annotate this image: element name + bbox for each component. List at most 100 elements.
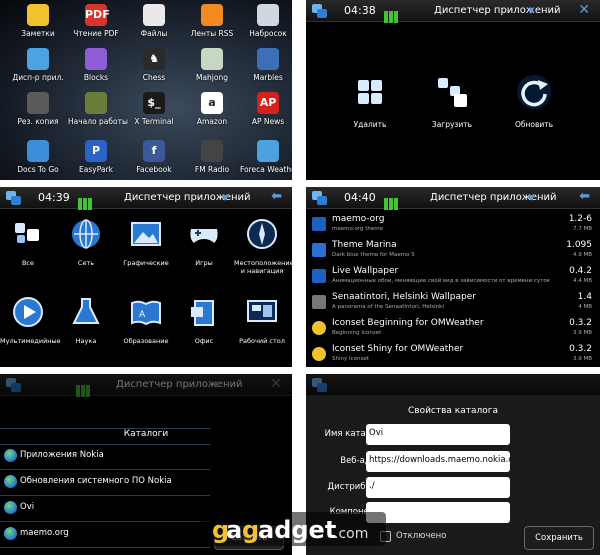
package-size: 3.9 MB (572, 330, 592, 336)
package-row[interactable]: maemo-org maemo.org theme 1.2-6 7.7 MB (306, 212, 600, 237)
battery-icon (384, 4, 402, 23)
app-manager-icon[interactable] (312, 4, 328, 18)
app-launcher-item[interactable]: Marbles (240, 48, 292, 82)
package-size: 7.7 MB (572, 226, 592, 232)
chevron-down-icon[interactable]: ▼ (528, 6, 534, 15)
app-launcher-item[interactable]: Рез. копия (10, 92, 66, 126)
download-button[interactable]: Загрузить (412, 72, 492, 129)
update-button[interactable]: Обновить (494, 72, 574, 129)
svg-text:A: A (139, 310, 146, 320)
catalog-item[interactable]: Приложения Nokia (0, 446, 292, 470)
amazon-icon: a (201, 92, 223, 114)
category-item[interactable]: Графические (118, 217, 174, 267)
pdf-icon: PDF (85, 4, 110, 26)
battery-icon (76, 378, 94, 397)
app-label: Marbles (253, 73, 283, 82)
status-bar: 04:38 Диспетчер приложений ▼ ✕ (306, 0, 600, 23)
chevron-down-icon[interactable]: ▼ (528, 193, 534, 202)
office-icon (187, 295, 221, 329)
app-launcher-item[interactable]: Заметки (10, 4, 66, 38)
package-description: A panorama of the Senaatintori, Helsinki (332, 304, 444, 310)
window-title: Диспетчер приложений (116, 379, 243, 390)
close-icon[interactable]: ✕ (578, 2, 590, 18)
app-launcher-item[interactable]: Дисп-р прил. (10, 48, 66, 82)
package-row[interactable]: Theme Marina Dark blue theme for Maemo 5 1… (306, 238, 600, 263)
app-launcher-item[interactable]: Blocks (68, 48, 124, 82)
package-version: 1.095 (566, 240, 592, 250)
app-label: Foreca Weather (240, 165, 292, 174)
disabled-checkbox[interactable]: Отключено (376, 525, 514, 549)
package-row[interactable]: Senaatintori, Helsinki Wallpaper A panora… (306, 290, 600, 315)
save-button[interactable]: Сохранить (524, 526, 594, 550)
catalogs-title: Каталоги (123, 429, 169, 439)
app-launcher-panel: Заметки PDF Чтение PDF Файлы Ленты RSS Наброс… (0, 0, 292, 180)
app-launcher-item[interactable]: f Facebook (126, 140, 182, 174)
package-description: maemo.org theme (332, 226, 384, 232)
package-name: Senaatintori, Helsinki Wallpaper (332, 292, 476, 302)
category-item[interactable]: Игры (176, 217, 232, 267)
weather-sun-icon (312, 321, 326, 335)
app-launcher-item[interactable]: P EasyPark (68, 140, 124, 174)
category-item[interactable]: Офис (176, 295, 232, 345)
update-label: Обновить (514, 120, 554, 129)
back-arrow-icon[interactable]: ⬅ (271, 189, 282, 204)
terminal-icon: $_ (143, 92, 165, 114)
app-launcher-item[interactable]: Файлы (126, 4, 182, 38)
notes-icon (27, 4, 49, 26)
package-row[interactable]: Iconset Shiny for OMWeather Shiny Iconset… (306, 342, 600, 367)
category-item[interactable]: Мультимедийные (0, 295, 61, 345)
window-title[interactable]: Диспетчер приложений (430, 192, 557, 203)
chevron-down-icon[interactable]: ▼ (222, 193, 228, 202)
folder-icon (143, 4, 165, 26)
text-field[interactable] (366, 502, 510, 523)
category-item[interactable]: A Образование (118, 295, 174, 345)
app-launcher-item[interactable]: FM Radio (184, 140, 240, 174)
category-item[interactable]: Местоположение и навигация (234, 217, 292, 275)
app-label: FM Radio (194, 165, 230, 174)
app-launcher-item[interactable]: AP AP News (240, 92, 292, 126)
form-row: Веб-адрес https://downloads.maemo.nokia.c… (306, 451, 600, 473)
text-field[interactable]: ./ (366, 477, 510, 498)
download-icon (432, 72, 472, 112)
app-manager-icon[interactable] (312, 191, 328, 205)
globe-icon (4, 475, 17, 488)
app-manager-icon (27, 48, 49, 70)
package-row[interactable]: Live Wallpaper Анимационные обои, меняющи… (306, 264, 600, 289)
app-manager-icon[interactable] (6, 191, 22, 205)
education-icon: A (129, 295, 163, 329)
app-launcher-item[interactable]: $_ X Terminal (126, 92, 182, 126)
package-description: Анимационные обои, меняющие свой вид в з… (332, 278, 551, 284)
catalog-label: Ovi (20, 502, 35, 512)
mahjong-icon (201, 48, 223, 70)
back-arrow-icon[interactable]: ⬅ (579, 189, 590, 204)
package-row[interactable]: Iconset Beginning for OMWeather Beginning… (306, 316, 600, 341)
category-label: Образование (123, 337, 169, 345)
category-item[interactable]: Рабочий стол (234, 295, 290, 345)
category-item[interactable]: Все (0, 217, 56, 267)
app-launcher-item[interactable]: Mahjong (184, 48, 240, 82)
theme-icon (312, 243, 326, 257)
text-field[interactable]: https://downloads.maemo.nokia.co (366, 451, 510, 472)
app-launcher-item[interactable]: Набросок (240, 4, 292, 38)
category-item[interactable]: Сеть (58, 217, 114, 267)
app-launcher-item[interactable]: Начало работы (68, 92, 128, 126)
catalog-label: Обновления системного ПО Nokia (20, 476, 172, 486)
category-label: Мультимедийные (0, 337, 61, 345)
app-launcher-item[interactable]: Foreca Weather (240, 140, 292, 174)
window-title[interactable]: Диспетчер приложений (124, 192, 251, 203)
app-launcher-item[interactable]: Ленты RSS (184, 4, 240, 38)
close-icon: ✕ (270, 376, 282, 392)
uninstall-button[interactable]: Удалить (330, 72, 410, 129)
text-field[interactable]: Ovi (366, 424, 510, 445)
category-label: Графические (123, 259, 169, 267)
app-launcher-item[interactable]: Docs To Go (10, 140, 66, 174)
app-launcher-item[interactable]: ♞ Chess (126, 48, 182, 82)
category-item[interactable]: Наука (58, 295, 114, 345)
window-title[interactable]: Диспетчер приложений (434, 5, 561, 16)
catalog-item[interactable]: Обновления системного ПО Nokia (0, 472, 292, 496)
navigation-icon (245, 217, 279, 251)
app-label: AP News (251, 117, 285, 126)
category-label: Сеть (77, 259, 95, 267)
app-launcher-item[interactable]: a Amazon (184, 92, 240, 126)
app-launcher-item[interactable]: PDF Чтение PDF (68, 4, 124, 38)
